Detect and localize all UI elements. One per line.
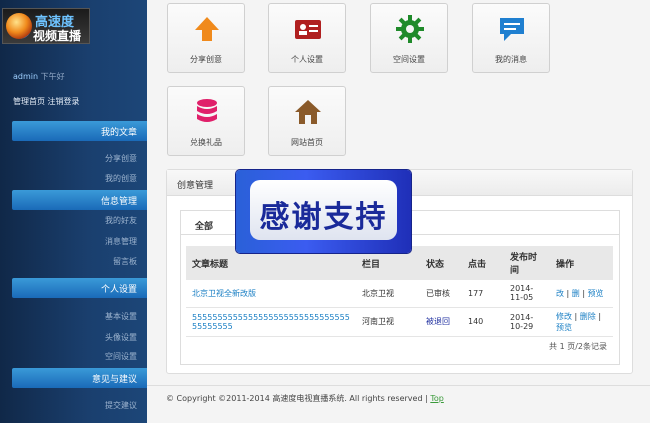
tile-messages[interactable]: 我的消息	[472, 3, 550, 73]
article-title-link[interactable]: 555555555555555555555555555555555555555	[192, 313, 350, 331]
banner-text: 感谢支持	[259, 200, 388, 235]
sidebar-item-share-idea[interactable]: 分享创意	[105, 153, 137, 164]
user-greeting: admin 下午好	[13, 71, 65, 82]
cell-status: 已审核	[420, 280, 462, 308]
tile-label: 我的消息	[495, 55, 527, 64]
id-card-icon	[295, 20, 321, 39]
cell-column: 河南卫视	[356, 307, 420, 337]
cell-date: 2014-10-29	[504, 307, 550, 337]
tile-share-idea[interactable]: 分享创意	[167, 3, 245, 73]
sidebar-section-settings[interactable]: 个人设置	[12, 278, 147, 298]
sidebar-item-friends[interactable]: 我的好友	[105, 215, 137, 226]
tab-all[interactable]: 全部	[195, 219, 213, 232]
preview-link[interactable]: 预览	[588, 289, 604, 298]
username[interactable]: admin	[13, 72, 38, 81]
table-row: 555555555555555555555555555555555555555 …	[186, 307, 613, 337]
sidebar-item-basic[interactable]: 基本设置	[105, 311, 137, 322]
brand-logo: 高速度 视频直播	[2, 8, 90, 44]
edit-link[interactable]: 改	[556, 289, 564, 298]
cell-clicks: 140	[462, 307, 504, 337]
sidebar-section-articles[interactable]: 我的文章	[12, 121, 147, 141]
tile-label: 分享创意	[190, 55, 222, 64]
database-icon	[197, 99, 217, 122]
table-row: 北京卫视全新改版 北京卫视 已审核 177 2014-11-05 改 | 删 |…	[186, 280, 613, 308]
sidebar-item-messages[interactable]: 消息管理	[105, 236, 137, 247]
article-title-link[interactable]: 北京卫视全新改版	[192, 289, 256, 298]
col-actions: 操作	[550, 246, 613, 280]
edit-link[interactable]: 修改	[556, 312, 572, 321]
sidebar-section-info[interactable]: 信息管理	[12, 190, 147, 210]
banner-plate: 感谢支持	[250, 180, 397, 240]
sidebar-item-submit[interactable]: 提交建议	[105, 400, 137, 411]
sidebar-item-avatar[interactable]: 头像设置	[105, 332, 137, 343]
gear-icon	[396, 15, 424, 43]
upload-arrow-icon	[195, 17, 219, 41]
tile-label: 网站首页	[291, 138, 323, 147]
tile-home[interactable]: 网站首页	[268, 86, 346, 156]
sidebar-item-space[interactable]: 空间设置	[105, 351, 137, 362]
col-date: 发布时间	[504, 246, 550, 280]
delete-link[interactable]: 删	[572, 289, 580, 298]
col-status: 状态	[420, 246, 462, 280]
back-to-top-link[interactable]: Top	[430, 394, 444, 403]
sidebar-item-guestbook[interactable]: 留言板	[113, 256, 137, 267]
copyright-text: © Copyright ©2011-2014 高速度电视直播系统. All ri…	[166, 394, 428, 403]
tile-personal[interactable]: 个人设置	[268, 3, 346, 73]
articles-table: 文章标题 栏目 状态 点击 发布时间 操作 北京卫视全新改版 北京卫视 已审核 …	[186, 246, 613, 337]
top-links[interactable]: 管理首页 注销登录	[13, 96, 80, 107]
cell-date: 2014-11-05	[504, 280, 550, 308]
sidebar: 高速度 视频直播 admin 下午好 管理首页 注销登录 我的文章 分享创意 我…	[0, 0, 147, 423]
delete-link[interactable]: 删除	[580, 312, 596, 321]
tile-label: 兑换礼品	[190, 138, 222, 147]
chat-bubble-icon	[500, 18, 524, 41]
tile-label: 空间设置	[393, 55, 425, 64]
brand-line2: 视频直播	[33, 29, 82, 43]
cell-status: 被退回	[420, 307, 462, 337]
home-icon	[295, 100, 321, 124]
tile-gifts[interactable]: 兑换礼品	[167, 86, 245, 156]
cell-actions: 修改 | 删除 | 预览	[550, 307, 613, 337]
footer-divider	[147, 385, 650, 386]
col-clicks: 点击	[462, 246, 504, 280]
sidebar-item-my-ideas[interactable]: 我的创意	[105, 173, 137, 184]
tile-label: 个人设置	[291, 55, 323, 64]
greeting-text: 下午好	[40, 72, 65, 81]
cell-actions: 改 | 删 | 预览	[550, 280, 613, 308]
cell-column: 北京卫视	[356, 280, 420, 308]
pagination-info: 共 1 页/2条记录	[549, 342, 607, 351]
sidebar-section-feedback[interactable]: 意见与建议	[12, 368, 147, 388]
cell-clicks: 177	[462, 280, 504, 308]
thanks-banner: 感谢支持	[236, 170, 411, 253]
footer: © Copyright ©2011-2014 高速度电视直播系统. All ri…	[166, 393, 444, 404]
logo-globe-icon	[6, 13, 32, 39]
preview-link[interactable]: 预览	[556, 323, 572, 332]
tile-space[interactable]: 空间设置	[370, 3, 448, 73]
